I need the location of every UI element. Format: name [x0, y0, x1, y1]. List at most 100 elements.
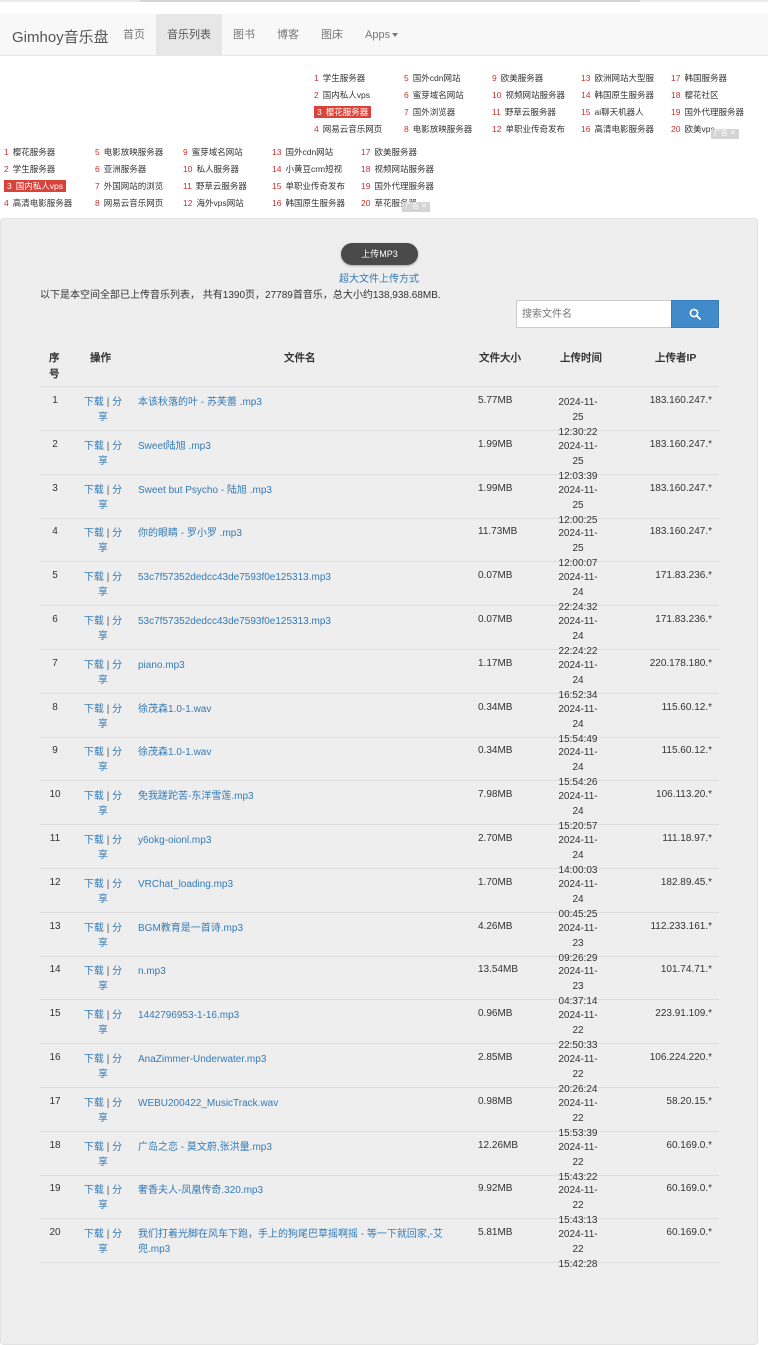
- download-link[interactable]: 下载: [84, 616, 104, 627]
- ad-link[interactable]: 5 电影放映服务器: [95, 146, 163, 158]
- download-link[interactable]: 下载: [84, 528, 104, 539]
- file-name-link[interactable]: 徐茂森1.0-1.wav: [138, 745, 468, 760]
- ad-link[interactable]: 4 网易云音乐网页: [314, 123, 382, 135]
- ad-link[interactable]: 17 欧美服务器: [361, 146, 417, 158]
- ad-link[interactable]: 18 樱花社区: [671, 89, 718, 101]
- file-name-link[interactable]: BGM教育是一首诗.mp3: [138, 921, 468, 936]
- ad-link[interactable]: 3 樱花服务器: [314, 106, 372, 118]
- download-link[interactable]: 下载: [84, 1142, 104, 1153]
- download-link[interactable]: 下载: [84, 835, 104, 846]
- file-name-link[interactable]: Sweet陆旭 .mp3: [138, 439, 468, 454]
- ad-link[interactable]: 7 外国网站的浏览: [95, 180, 163, 192]
- header-action: 操作: [90, 352, 111, 364]
- ad-close-tag[interactable]: 广告 ✕: [402, 202, 430, 212]
- upload-date: 2024-11-22: [558, 1141, 598, 1168]
- big-file-upload-link[interactable]: 超大文件上传方式: [0, 270, 758, 285]
- file-name-link[interactable]: VRChat_loading.mp3: [138, 877, 468, 892]
- download-link[interactable]: 下载: [84, 660, 104, 671]
- download-link[interactable]: 下载: [84, 879, 104, 890]
- ad-link[interactable]: 16 韩国原生服务器: [272, 197, 345, 209]
- nav-item-0[interactable]: 首页: [112, 14, 156, 56]
- file-name-link[interactable]: 53c7f57352dedcc43de7593f0e125313.mp3: [138, 570, 468, 585]
- ad-link[interactable]: 10 私人服务器: [183, 163, 239, 175]
- ad-link[interactable]: 11 野草云服务器: [492, 106, 556, 118]
- ad-link[interactable]: 18 视频网站服务器: [361, 163, 434, 175]
- file-name-link[interactable]: 我们打着光脚在风车下跑，手上的狗尾巴草摇啊摇 - 等一下就回家,-艾兜.mp3: [138, 1227, 468, 1257]
- file-name-link[interactable]: 53c7f57352dedcc43de7593f0e125313.mp3: [138, 614, 468, 629]
- file-name-link[interactable]: WEBU200422_MusicTrack.wav: [138, 1096, 468, 1111]
- file-name-link[interactable]: AnaZimmer-Underwater.mp3: [138, 1052, 468, 1067]
- download-link[interactable]: 下载: [84, 441, 104, 452]
- ad-link[interactable]: 13 欧洲网站大型服: [581, 72, 654, 84]
- download-link[interactable]: 下载: [84, 1098, 104, 1109]
- download-link[interactable]: 下载: [84, 1229, 104, 1240]
- ad-link[interactable]: 19 国外代理服务器: [671, 106, 744, 118]
- file-name-link[interactable]: 1442796953-1-16.mp3: [138, 1008, 468, 1023]
- ad-link[interactable]: 10 视频网站服务器: [492, 89, 565, 101]
- download-link[interactable]: 下载: [84, 966, 104, 977]
- download-link[interactable]: 下载: [84, 704, 104, 715]
- ad-link[interactable]: 9 蜜芽域名网站: [183, 146, 243, 158]
- ad-link[interactable]: 1 学生服务器: [314, 72, 365, 84]
- file-size: 1.70MB: [478, 876, 513, 888]
- download-link[interactable]: 下载: [84, 747, 104, 758]
- ad-link[interactable]: 20 欧美vps: [671, 123, 715, 135]
- row-actions: 下载 | 分享: [79, 1140, 127, 1170]
- file-name-link[interactable]: n.mp3: [138, 964, 468, 979]
- file-name-link[interactable]: 本该秋落的叶 - 苏芙蕾 .mp3: [138, 395, 468, 410]
- download-link[interactable]: 下载: [84, 485, 104, 496]
- ad-link[interactable]: 2 学生服务器: [4, 163, 55, 175]
- ad-link[interactable]: 6 蜜芽域名网站: [404, 89, 464, 101]
- table-row: 19 下载 | 分享 奢香夫人-凤凰传奇.320.mp3 9.92MB 2024-11-…: [40, 1175, 719, 1226]
- download-link[interactable]: 下载: [84, 1185, 104, 1196]
- row-actions: 下载 | 分享: [79, 526, 127, 556]
- file-size: 2.70MB: [478, 833, 513, 844]
- file-name-link[interactable]: piano.mp3: [138, 658, 468, 673]
- ad-link[interactable]: 8 网易云音乐网页: [95, 197, 163, 209]
- download-link[interactable]: 下载: [84, 923, 104, 934]
- download-link[interactable]: 下载: [84, 1010, 104, 1021]
- search-input[interactable]: [516, 300, 671, 328]
- file-name-link[interactable]: y6okg-oionl.mp3: [138, 833, 468, 848]
- ad-link[interactable]: 14 韩国原生服务器: [581, 89, 654, 101]
- ad-link[interactable]: 4 高清电影服务器: [4, 197, 72, 209]
- ad-link[interactable]: 13 国外cdn网站: [272, 146, 333, 158]
- ad-link[interactable]: 7 国外浏览器: [404, 106, 455, 118]
- ad-link[interactable]: 9 欧美服务器: [492, 72, 543, 84]
- ad-link[interactable]: 15 单职业传奇发布: [272, 180, 345, 192]
- download-link[interactable]: 下载: [84, 397, 104, 408]
- ad-link[interactable]: 2 国内私人vps: [314, 89, 370, 101]
- ad-link[interactable]: 14 小黄豆crm短视: [272, 163, 342, 175]
- ad-link[interactable]: 6 亚洲服务器: [95, 163, 146, 175]
- ad-close-tag[interactable]: 广告 ✕: [711, 129, 739, 139]
- ad-link[interactable]: 15 ai聊天机器人: [581, 106, 644, 118]
- nav-item-5[interactable]: Apps: [354, 14, 409, 56]
- download-link[interactable]: 下载: [84, 572, 104, 583]
- nav-item-1[interactable]: 音乐列表: [156, 14, 222, 56]
- ad-link[interactable]: 19 国外代理服务器: [361, 180, 434, 192]
- ad-link[interactable]: 5 国外cdn网站: [404, 72, 460, 84]
- file-name-link[interactable]: 奢香夫人-凤凰传奇.320.mp3: [138, 1183, 468, 1198]
- download-link[interactable]: 下载: [84, 791, 104, 802]
- download-link[interactable]: 下载: [84, 1054, 104, 1065]
- ad-link[interactable]: 17 韩国服务器: [671, 72, 727, 84]
- ad-link[interactable]: 11 野草云服务器: [183, 180, 247, 192]
- ad-link[interactable]: 12 海外vps网站: [183, 197, 244, 209]
- file-name-link[interactable]: 广岛之恋 - 莫文蔚,张洪量.mp3: [138, 1140, 468, 1155]
- file-name-link[interactable]: Sweet but Psycho - 陆旭 .mp3: [138, 483, 468, 498]
- ad-link[interactable]: 16 高清电影服务器: [581, 123, 654, 135]
- file-name-link[interactable]: 徐茂森1.0-1.wav: [138, 702, 468, 717]
- ad-link[interactable]: 1 樱花服务器: [4, 146, 55, 158]
- nav-item-3[interactable]: 博客: [266, 14, 310, 56]
- ad-link[interactable]: 8 电影放映服务器: [404, 123, 472, 135]
- search-button[interactable]: [671, 300, 719, 328]
- file-name-link[interactable]: 你的眼睛 - 罗小罗 .mp3: [138, 526, 468, 541]
- file-name-link[interactable]: 免我蹉跎苦-东洋雪莲.mp3: [138, 789, 468, 804]
- action-separator: |: [106, 791, 110, 803]
- nav-item-4[interactable]: 图床: [310, 14, 354, 56]
- ad-link[interactable]: 3 国内私人vps: [4, 180, 66, 192]
- ad-link[interactable]: 12 单职业传奇发布: [492, 123, 565, 135]
- upload-mp3-button[interactable]: 上传MP3: [341, 243, 418, 265]
- brand-logo[interactable]: Gimhoy音乐盘: [12, 26, 109, 47]
- nav-item-2[interactable]: 图书: [222, 14, 266, 56]
